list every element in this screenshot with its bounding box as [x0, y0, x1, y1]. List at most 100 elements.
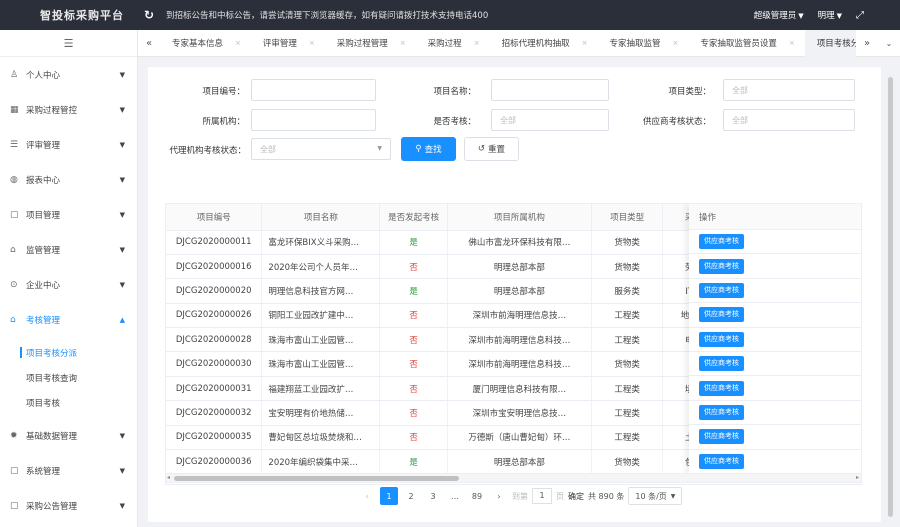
reset-button[interactable]: ↺ 重置 — [464, 137, 519, 161]
table-cell: DJCG2020000020 — [166, 278, 263, 304]
enterprise-icon: ⊙ — [10, 279, 18, 290]
tab-label: 招标代理机构抽取 — [501, 39, 570, 49]
table-cell: 货物类 — [591, 449, 664, 475]
review-icon: ☰ — [10, 139, 19, 150]
reset-icon: ↺ — [477, 144, 486, 154]
chevron-up-icon: ▲ — [119, 315, 125, 324]
table-cell: 铜阳工业园改扩建中… — [261, 303, 381, 329]
supplier-status-select[interactable]: 全部 — [723, 109, 855, 131]
supplier-assess-button[interactable]: 供应商考核 — [699, 258, 744, 274]
scroll-left-icon[interactable]: ◂ — [167, 474, 170, 481]
supplier-assess-button[interactable]: 供应商考核 — [699, 307, 744, 323]
close-icon[interactable]: × — [400, 39, 406, 47]
page-number-button[interactable]: 2 — [402, 487, 420, 505]
table-cell: 否 — [379, 303, 449, 329]
sidebar-item-base-data[interactable]: ✹ 基础数据管理 ▼ — [0, 418, 137, 453]
next-page-icon[interactable]: › — [490, 487, 508, 505]
table-horizontal-scrollbar[interactable]: ◂ ▸ — [165, 473, 862, 483]
tab-item[interactable]: 专家抽取监管 × — [597, 30, 688, 57]
chevron-down-icon: ▼ — [798, 12, 804, 20]
supplier-assess-button[interactable]: 供应商考核 — [699, 404, 744, 420]
tabs-scroll-right-icon[interactable]: » — [856, 38, 878, 49]
supplier-assess-button[interactable]: 供应商考核 — [699, 429, 744, 445]
prev-page-icon[interactable]: ‹ — [358, 487, 376, 505]
chevron-down-icon: ▼ — [119, 466, 125, 475]
sidebar-item-enterprise[interactable]: ⊙ 企业中心 ▼ — [0, 267, 137, 302]
table-cell: 曹妃甸区总垃圾焚烧和… — [261, 425, 381, 451]
supplier-assess-button[interactable]: 供应商考核 — [699, 282, 744, 298]
user-menu[interactable]: 明理 ▼ — [818, 9, 842, 21]
goto-page-input[interactable]: 1 — [532, 488, 552, 504]
page-vertical-scrollbar[interactable] — [881, 57, 900, 527]
page-number-button: … — [451, 491, 459, 501]
sidebar-item-notice[interactable]: ▢ 采购公告管理 ▼ — [0, 488, 137, 523]
tab-item[interactable]: 招标代理机构抽取 × — [490, 30, 598, 57]
org-select[interactable] — [251, 109, 376, 131]
submenu-item[interactable]: 项目考核分派 — [0, 340, 137, 365]
page-number-button[interactable]: 89 — [468, 487, 486, 505]
sidebar-item-label: 监管管理 — [26, 245, 61, 256]
page-number-button[interactable]: 1 — [380, 487, 398, 505]
project-no-label: 项目编号： — [202, 87, 245, 97]
tab-item[interactable]: 采购过程管理 × — [325, 30, 416, 57]
tab-item[interactable]: 评审管理 × — [251, 30, 325, 57]
report-icon: ◍ — [10, 174, 18, 185]
chevron-down-icon: ▼ — [119, 280, 125, 289]
refresh-icon[interactable]: ↻ — [138, 8, 160, 22]
close-icon[interactable]: × — [309, 39, 315, 47]
close-icon[interactable]: × — [672, 39, 678, 47]
sidebar-item-supervise[interactable]: ⌂ 监管管理 ▼ — [0, 232, 137, 267]
project-type-select[interactable]: 全部 — [723, 79, 855, 101]
sidebar-item-assess[interactable]: ⌂ 考核管理 ▲ — [0, 302, 137, 337]
menu-collapse-icon[interactable]: ☰ — [0, 30, 137, 57]
table-cell: 深圳市前海明理信息技… — [447, 303, 592, 329]
tab-item[interactable]: 专家抽取监管员设置 × — [688, 30, 804, 57]
user-icon: ♙ — [10, 69, 19, 80]
sidebar-item-review[interactable]: ☰ 评审管理 ▼ — [0, 127, 137, 162]
supplier-assess-button[interactable]: 供应商考核 — [699, 331, 744, 347]
chevron-down-icon: ▼ — [670, 492, 676, 500]
scrollbar-thumb[interactable] — [174, 476, 459, 481]
agency-status-select[interactable]: 全部 ▼ — [251, 138, 391, 160]
role-menu[interactable]: 超级管理员 ▼ — [754, 9, 804, 21]
tab-item[interactable]: 专家基本信息 × — [160, 30, 251, 57]
table-cell: 富龙环保BIX义斗采购… — [261, 230, 381, 255]
sidebar-item-project[interactable]: ▢ 项目管理 ▼ — [0, 197, 137, 232]
supplier-assess-button[interactable]: 供应商考核 — [699, 380, 744, 396]
table-cell: 深圳市宝安明理信息技… — [447, 400, 592, 426]
search-button[interactable]: ⚲ 查找 — [401, 137, 456, 161]
sidebar-item-user[interactable]: ♙ 个人中心 ▼ — [0, 57, 137, 92]
page-number-button[interactable]: 3 — [424, 487, 442, 505]
tabs-menu-chevron-icon[interactable]: ⌄ — [878, 39, 900, 48]
table-cell: 是 — [379, 278, 449, 304]
sidebar-item-system[interactable]: ▢ 系统管理 ▼ — [0, 453, 137, 488]
purchase-icon: ▦ — [10, 104, 19, 115]
project-no-input[interactable] — [251, 79, 376, 101]
sidebar-item-purchase[interactable]: ▦ 采购过程管控 ▼ — [0, 92, 137, 127]
fullscreen-icon[interactable]: ⤢ — [856, 10, 864, 21]
supplier-assess-button[interactable]: 供应商考核 — [699, 234, 744, 250]
sidebar-item-label: 考核管理 — [26, 315, 61, 326]
scroll-right-icon[interactable]: ▸ — [856, 474, 859, 481]
column-header: 项目所属机构 — [447, 204, 592, 231]
supplier-assess-button[interactable]: 供应商考核 — [699, 356, 744, 372]
project-type-label: 项目类型： — [668, 87, 711, 97]
page-scrollbar-thumb[interactable] — [888, 77, 893, 517]
page-size-select[interactable]: 10 条/页 ▼ — [628, 487, 683, 505]
close-icon[interactable]: × — [582, 39, 588, 47]
supplier-assess-button[interactable]: 供应商考核 — [699, 453, 744, 469]
sidebar-item-report[interactable]: ◍ 报表中心 ▼ — [0, 162, 137, 197]
tab-item[interactable]: 采购过程 × — [416, 30, 490, 57]
operation-cell: 供应商考核 — [689, 425, 861, 450]
assessed-select[interactable]: 全部 — [491, 109, 609, 131]
tab-item[interactable]: 项目考核分派 — [804, 29, 856, 57]
agency-status-label: 代理机构考核状态： — [169, 146, 246, 156]
tabs-scroll-left-icon[interactable]: « — [138, 38, 160, 49]
close-icon[interactable]: × — [789, 39, 795, 47]
submenu-item[interactable]: 项目考核查询 — [0, 365, 137, 390]
close-icon[interactable]: × — [474, 39, 480, 47]
goto-confirm-button[interactable]: 确定 — [568, 491, 584, 502]
submenu-item[interactable]: 项目考核 — [0, 390, 137, 415]
close-icon[interactable]: × — [235, 39, 241, 47]
project-name-input[interactable] — [491, 79, 609, 101]
